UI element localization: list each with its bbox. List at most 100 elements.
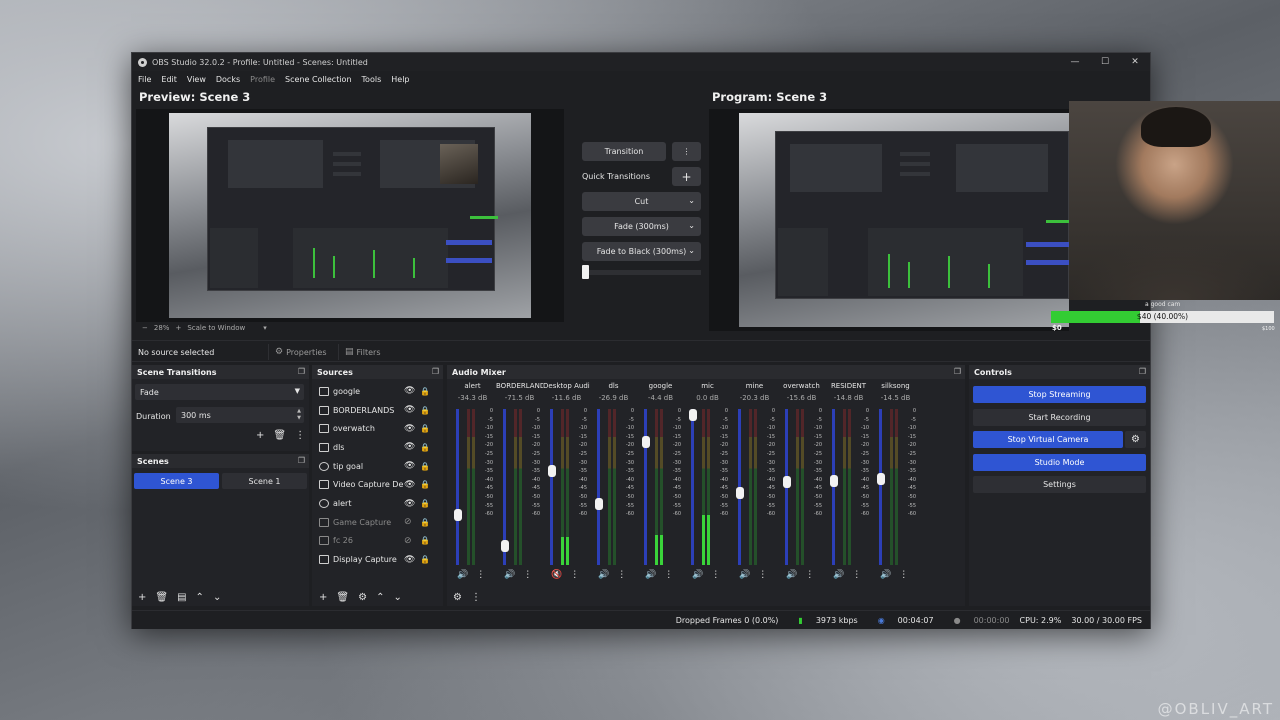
zoom-out-icon[interactable]: − bbox=[142, 324, 148, 332]
menu-help[interactable]: Help bbox=[391, 75, 409, 84]
lock-icon[interactable]: 🔒 bbox=[420, 424, 430, 433]
move-down-icon[interactable]: ⌄ bbox=[393, 592, 401, 603]
volume-fader-knob[interactable] bbox=[830, 474, 838, 487]
volume-fader-knob[interactable] bbox=[642, 435, 650, 448]
volume-fader-knob[interactable] bbox=[877, 473, 885, 486]
eye-icon[interactable]: 👁 bbox=[404, 405, 415, 415]
undock-icon[interactable]: ❐ bbox=[298, 367, 305, 376]
channel-menu-icon[interactable]: ⋮ bbox=[617, 570, 626, 580]
quick-transition-cut[interactable]: Cut ⌄ bbox=[582, 192, 701, 211]
speaker-icon[interactable]: 🔊 bbox=[880, 570, 891, 580]
muted-speaker-icon[interactable]: 🔇 bbox=[551, 570, 562, 580]
channel-menu-icon[interactable]: ⋮ bbox=[570, 570, 579, 580]
menu-docks[interactable]: Docks bbox=[216, 75, 240, 84]
channel-menu-icon[interactable]: ⋮ bbox=[805, 570, 814, 580]
lock-icon[interactable]: 🔒 bbox=[420, 499, 430, 508]
maximize-icon[interactable]: ☐ bbox=[1090, 53, 1120, 71]
close-icon[interactable]: ✕ bbox=[1120, 53, 1150, 71]
move-up-icon[interactable]: ⌃ bbox=[376, 592, 384, 603]
duration-input[interactable]: 300 ms ▲ ▼ bbox=[176, 407, 304, 423]
channel-menu-icon[interactable]: ⋮ bbox=[758, 570, 767, 580]
preview-canvas[interactable] bbox=[136, 109, 564, 322]
speaker-icon[interactable]: 🔊 bbox=[645, 570, 656, 580]
undock-icon[interactable]: ❐ bbox=[432, 367, 439, 376]
source-item-video-capture[interactable]: Video Capture De 👁 🔒 bbox=[312, 476, 434, 495]
more-icon[interactable]: ⋮ bbox=[295, 430, 305, 441]
scene-item-scene-1[interactable]: Scene 1 bbox=[222, 473, 307, 489]
menu-view[interactable]: View bbox=[187, 75, 206, 84]
source-item-google[interactable]: google 👁 🔒 bbox=[312, 382, 434, 401]
speaker-icon[interactable]: 🔊 bbox=[739, 570, 750, 580]
volume-fader-track[interactable] bbox=[597, 409, 600, 565]
add-quick-transition-icon[interactable]: + bbox=[672, 167, 701, 186]
advanced-audio-icon[interactable]: ⚙ bbox=[453, 592, 462, 603]
speaker-icon[interactable]: 🔊 bbox=[786, 570, 797, 580]
remove-source-icon[interactable]: 🗑 bbox=[336, 592, 349, 603]
menu-file[interactable]: File bbox=[138, 75, 151, 84]
lock-icon[interactable]: 🔒 bbox=[420, 536, 430, 545]
move-up-icon[interactable]: ⌃ bbox=[196, 592, 204, 603]
add-scene-icon[interactable]: + bbox=[138, 592, 146, 603]
volume-fader-knob[interactable] bbox=[783, 476, 791, 489]
eye-icon[interactable]: 👁 bbox=[404, 480, 415, 490]
spin-arrows-icon[interactable]: ▲ ▼ bbox=[297, 408, 301, 422]
volume-fader-track[interactable] bbox=[550, 409, 553, 565]
lock-icon[interactable]: 🔒 bbox=[420, 518, 430, 527]
source-item-dls[interactable]: dls 👁 🔒 bbox=[312, 438, 434, 457]
properties-button[interactable]: ⚙ Properties bbox=[268, 344, 333, 360]
remove-scene-icon[interactable]: 🗑 bbox=[155, 592, 168, 603]
scene-filters-icon[interactable]: ▤ bbox=[177, 592, 186, 603]
volume-fader-track[interactable] bbox=[691, 409, 694, 565]
add-icon[interactable]: + bbox=[256, 430, 264, 441]
move-down-icon[interactable]: ⌄ bbox=[213, 592, 221, 603]
virtual-camera-gear-icon[interactable]: ⚙ bbox=[1125, 431, 1146, 448]
volume-fader-track[interactable] bbox=[879, 409, 882, 565]
source-item-tip-goal[interactable]: tip goal 👁 🔒 bbox=[312, 457, 434, 476]
speaker-icon[interactable]: 🔊 bbox=[598, 570, 609, 580]
eye-icon[interactable]: 👁 bbox=[404, 424, 415, 434]
volume-fader-knob[interactable] bbox=[595, 498, 603, 511]
zoom-in-icon[interactable]: + bbox=[175, 324, 181, 332]
lock-icon[interactable]: 🔒 bbox=[420, 480, 430, 489]
eye-hidden-icon[interactable]: ⊘ bbox=[404, 517, 412, 527]
trash-icon[interactable]: 🗑 bbox=[273, 430, 286, 441]
menu-tools[interactable]: Tools bbox=[362, 75, 382, 84]
channel-menu-icon[interactable]: ⋮ bbox=[711, 570, 720, 580]
channel-menu-icon[interactable]: ⋮ bbox=[476, 570, 485, 580]
transition-menu-icon[interactable]: ⋮ bbox=[672, 142, 701, 161]
source-properties-gear-icon[interactable]: ⚙ bbox=[358, 592, 367, 603]
quick-transition-fade-black[interactable]: Fade to Black (300ms) ⌄ bbox=[582, 242, 701, 261]
channel-menu-icon[interactable]: ⋮ bbox=[664, 570, 673, 580]
menu-edit[interactable]: Edit bbox=[161, 75, 177, 84]
settings-button[interactable]: Settings bbox=[973, 476, 1146, 493]
speaker-icon[interactable]: 🔊 bbox=[833, 570, 844, 580]
undock-icon[interactable]: ❐ bbox=[1139, 367, 1146, 376]
source-item-overwatch[interactable]: overwatch 👁 🔒 bbox=[312, 419, 434, 438]
volume-fader-track[interactable] bbox=[456, 409, 459, 565]
quick-transition-fade[interactable]: Fade (300ms) ⌄ bbox=[582, 217, 701, 236]
menu-scene-collection[interactable]: Scene Collection bbox=[285, 75, 352, 84]
scale-mode[interactable]: Scale to Window bbox=[187, 324, 245, 332]
speaker-icon[interactable]: 🔊 bbox=[692, 570, 703, 580]
mixer-menu-icon[interactable]: ⋮ bbox=[471, 592, 481, 603]
undock-icon[interactable]: ❐ bbox=[298, 456, 305, 465]
lock-icon[interactable]: 🔒 bbox=[420, 406, 430, 415]
speaker-icon[interactable]: 🔊 bbox=[504, 570, 515, 580]
title-bar[interactable]: OBS Studio 32.0.2 - Profile: Untitled - … bbox=[132, 53, 1150, 71]
source-item-borderlands[interactable]: BORDERLANDS 👁 🔒 bbox=[312, 401, 434, 420]
lock-icon[interactable]: 🔒 bbox=[420, 443, 430, 452]
speaker-icon[interactable]: 🔊 bbox=[457, 570, 468, 580]
minimize-icon[interactable]: — bbox=[1060, 53, 1090, 71]
lock-icon[interactable]: 🔒 bbox=[420, 387, 430, 396]
transition-select[interactable]: Fade ▼ bbox=[135, 384, 304, 400]
transition-slider[interactable] bbox=[583, 270, 701, 275]
volume-fader-knob[interactable] bbox=[689, 409, 697, 422]
transition-slider-handle[interactable] bbox=[582, 265, 589, 279]
source-item-alert[interactable]: alert 👁 🔒 bbox=[312, 494, 434, 513]
volume-fader-track[interactable] bbox=[832, 409, 835, 565]
channel-menu-icon[interactable]: ⋮ bbox=[899, 570, 908, 580]
start-recording-button[interactable]: Start Recording bbox=[973, 409, 1146, 426]
source-item-display-capture[interactable]: Display Capture 👁 🔒 bbox=[312, 550, 434, 569]
add-source-icon[interactable]: + bbox=[319, 592, 327, 603]
studio-mode-button[interactable]: Studio Mode bbox=[973, 454, 1146, 471]
